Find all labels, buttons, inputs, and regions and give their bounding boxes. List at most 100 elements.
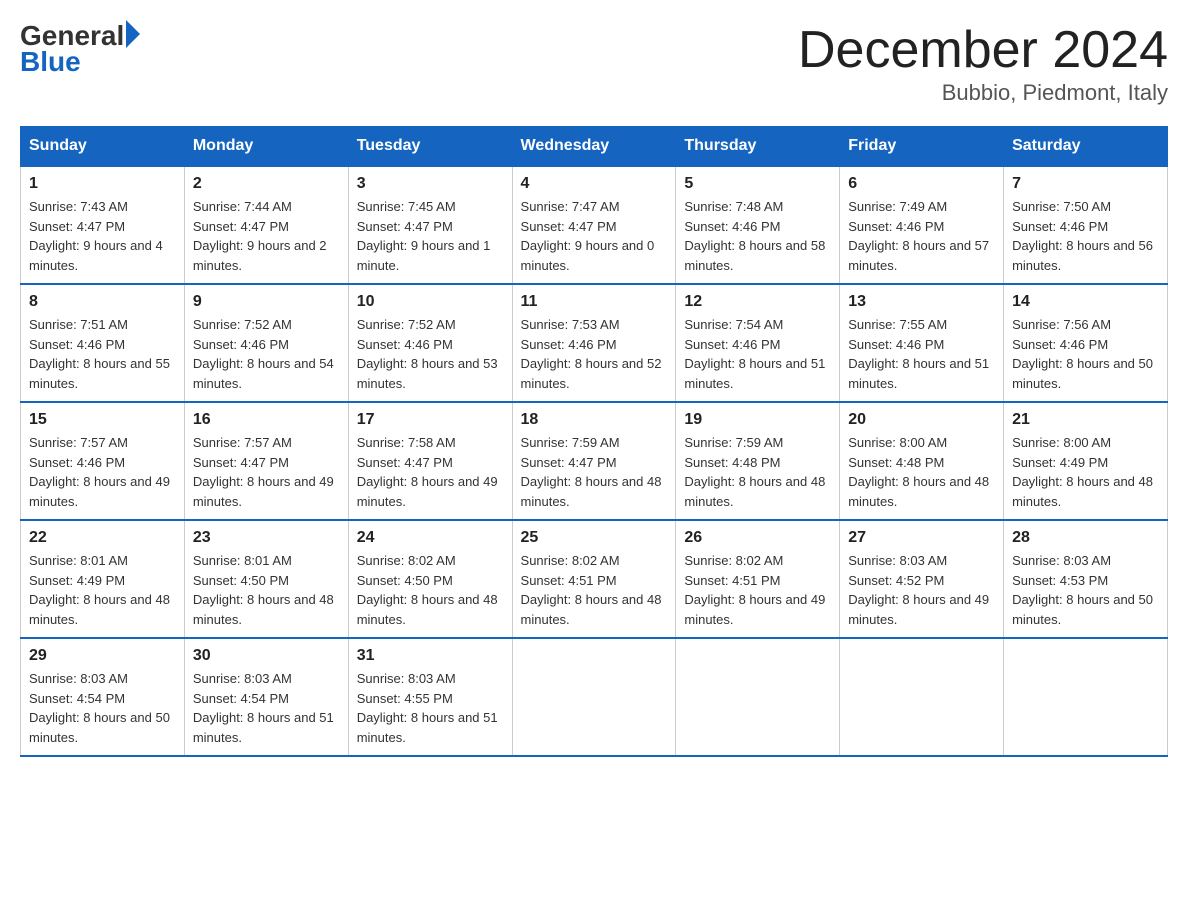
day-number: 26 xyxy=(684,529,831,547)
day-info: Sunrise: 7:52 AMSunset: 4:46 PMDaylight:… xyxy=(193,315,340,393)
day-number: 9 xyxy=(193,293,340,311)
day-number: 2 xyxy=(193,175,340,193)
logo-blue-text: Blue xyxy=(20,46,140,78)
day-number: 20 xyxy=(848,411,995,429)
day-number: 27 xyxy=(848,529,995,547)
calendar-cell: 6 Sunrise: 7:49 AMSunset: 4:46 PMDayligh… xyxy=(840,166,1004,284)
day-number: 14 xyxy=(1012,293,1159,311)
calendar-header-saturday: Saturday xyxy=(1004,127,1168,167)
day-info: Sunrise: 8:00 AMSunset: 4:48 PMDaylight:… xyxy=(848,433,995,511)
day-info: Sunrise: 8:01 AMSunset: 4:49 PMDaylight:… xyxy=(29,551,176,629)
calendar-cell: 11 Sunrise: 7:53 AMSunset: 4:46 PMDaylig… xyxy=(512,284,676,402)
day-number: 1 xyxy=(29,175,176,193)
calendar-cell: 15 Sunrise: 7:57 AMSunset: 4:46 PMDaylig… xyxy=(21,402,185,520)
calendar-week-row: 8 Sunrise: 7:51 AMSunset: 4:46 PMDayligh… xyxy=(21,284,1168,402)
day-number: 3 xyxy=(357,175,504,193)
day-number: 30 xyxy=(193,647,340,665)
day-number: 12 xyxy=(684,293,831,311)
calendar-week-row: 22 Sunrise: 8:01 AMSunset: 4:49 PMDaylig… xyxy=(21,520,1168,638)
calendar-cell: 31 Sunrise: 8:03 AMSunset: 4:55 PMDaylig… xyxy=(348,638,512,756)
day-info: Sunrise: 7:56 AMSunset: 4:46 PMDaylight:… xyxy=(1012,315,1159,393)
calendar-cell: 9 Sunrise: 7:52 AMSunset: 4:46 PMDayligh… xyxy=(184,284,348,402)
day-info: Sunrise: 7:45 AMSunset: 4:47 PMDaylight:… xyxy=(357,197,504,275)
day-info: Sunrise: 7:53 AMSunset: 4:46 PMDaylight:… xyxy=(521,315,668,393)
day-info: Sunrise: 7:57 AMSunset: 4:47 PMDaylight:… xyxy=(193,433,340,511)
day-number: 18 xyxy=(521,411,668,429)
day-info: Sunrise: 7:52 AMSunset: 4:46 PMDaylight:… xyxy=(357,315,504,393)
day-number: 10 xyxy=(357,293,504,311)
calendar-cell: 29 Sunrise: 8:03 AMSunset: 4:54 PMDaylig… xyxy=(21,638,185,756)
calendar-cell: 28 Sunrise: 8:03 AMSunset: 4:53 PMDaylig… xyxy=(1004,520,1168,638)
day-number: 15 xyxy=(29,411,176,429)
calendar-table: SundayMondayTuesdayWednesdayThursdayFrid… xyxy=(20,126,1168,757)
calendar-cell: 3 Sunrise: 7:45 AMSunset: 4:47 PMDayligh… xyxy=(348,166,512,284)
logo: General Blue xyxy=(20,20,140,78)
calendar-week-row: 15 Sunrise: 7:57 AMSunset: 4:46 PMDaylig… xyxy=(21,402,1168,520)
day-info: Sunrise: 7:43 AMSunset: 4:47 PMDaylight:… xyxy=(29,197,176,275)
day-number: 17 xyxy=(357,411,504,429)
day-info: Sunrise: 7:50 AMSunset: 4:46 PMDaylight:… xyxy=(1012,197,1159,275)
page-header: General Blue December 2024 Bubbio, Piedm… xyxy=(20,20,1168,106)
month-year-title: December 2024 xyxy=(798,20,1168,80)
calendar-cell: 25 Sunrise: 8:02 AMSunset: 4:51 PMDaylig… xyxy=(512,520,676,638)
calendar-cell xyxy=(1004,638,1168,756)
calendar-header-wednesday: Wednesday xyxy=(512,127,676,167)
calendar-cell: 19 Sunrise: 7:59 AMSunset: 4:48 PMDaylig… xyxy=(676,402,840,520)
day-info: Sunrise: 8:03 AMSunset: 4:53 PMDaylight:… xyxy=(1012,551,1159,629)
day-number: 31 xyxy=(357,647,504,665)
location-subtitle: Bubbio, Piedmont, Italy xyxy=(798,80,1168,106)
calendar-cell xyxy=(840,638,1004,756)
day-number: 6 xyxy=(848,175,995,193)
day-info: Sunrise: 8:02 AMSunset: 4:51 PMDaylight:… xyxy=(684,551,831,629)
day-number: 4 xyxy=(521,175,668,193)
day-number: 13 xyxy=(848,293,995,311)
day-info: Sunrise: 7:57 AMSunset: 4:46 PMDaylight:… xyxy=(29,433,176,511)
day-info: Sunrise: 7:47 AMSunset: 4:47 PMDaylight:… xyxy=(521,197,668,275)
calendar-cell xyxy=(676,638,840,756)
day-number: 19 xyxy=(684,411,831,429)
calendar-cell: 7 Sunrise: 7:50 AMSunset: 4:46 PMDayligh… xyxy=(1004,166,1168,284)
day-info: Sunrise: 7:58 AMSunset: 4:47 PMDaylight:… xyxy=(357,433,504,511)
calendar-cell: 24 Sunrise: 8:02 AMSunset: 4:50 PMDaylig… xyxy=(348,520,512,638)
calendar-cell: 16 Sunrise: 7:57 AMSunset: 4:47 PMDaylig… xyxy=(184,402,348,520)
calendar-cell: 27 Sunrise: 8:03 AMSunset: 4:52 PMDaylig… xyxy=(840,520,1004,638)
day-number: 7 xyxy=(1012,175,1159,193)
day-number: 29 xyxy=(29,647,176,665)
day-number: 24 xyxy=(357,529,504,547)
day-info: Sunrise: 7:49 AMSunset: 4:46 PMDaylight:… xyxy=(848,197,995,275)
day-info: Sunrise: 8:00 AMSunset: 4:49 PMDaylight:… xyxy=(1012,433,1159,511)
calendar-week-row: 29 Sunrise: 8:03 AMSunset: 4:54 PMDaylig… xyxy=(21,638,1168,756)
day-info: Sunrise: 7:59 AMSunset: 4:48 PMDaylight:… xyxy=(684,433,831,511)
calendar-header-row: SundayMondayTuesdayWednesdayThursdayFrid… xyxy=(21,127,1168,167)
day-number: 16 xyxy=(193,411,340,429)
day-number: 11 xyxy=(521,293,668,311)
calendar-cell: 5 Sunrise: 7:48 AMSunset: 4:46 PMDayligh… xyxy=(676,166,840,284)
calendar-cell: 4 Sunrise: 7:47 AMSunset: 4:47 PMDayligh… xyxy=(512,166,676,284)
title-section: December 2024 Bubbio, Piedmont, Italy xyxy=(798,20,1168,106)
day-info: Sunrise: 8:02 AMSunset: 4:51 PMDaylight:… xyxy=(521,551,668,629)
calendar-header-thursday: Thursday xyxy=(676,127,840,167)
calendar-header-monday: Monday xyxy=(184,127,348,167)
day-info: Sunrise: 8:03 AMSunset: 4:54 PMDaylight:… xyxy=(193,669,340,747)
day-info: Sunrise: 8:01 AMSunset: 4:50 PMDaylight:… xyxy=(193,551,340,629)
calendar-week-row: 1 Sunrise: 7:43 AMSunset: 4:47 PMDayligh… xyxy=(21,166,1168,284)
calendar-cell: 26 Sunrise: 8:02 AMSunset: 4:51 PMDaylig… xyxy=(676,520,840,638)
day-info: Sunrise: 7:55 AMSunset: 4:46 PMDaylight:… xyxy=(848,315,995,393)
day-info: Sunrise: 7:51 AMSunset: 4:46 PMDaylight:… xyxy=(29,315,176,393)
day-number: 25 xyxy=(521,529,668,547)
day-info: Sunrise: 8:03 AMSunset: 4:55 PMDaylight:… xyxy=(357,669,504,747)
calendar-header-friday: Friday xyxy=(840,127,1004,167)
calendar-cell: 21 Sunrise: 8:00 AMSunset: 4:49 PMDaylig… xyxy=(1004,402,1168,520)
calendar-header-tuesday: Tuesday xyxy=(348,127,512,167)
calendar-cell: 23 Sunrise: 8:01 AMSunset: 4:50 PMDaylig… xyxy=(184,520,348,638)
day-number: 5 xyxy=(684,175,831,193)
calendar-cell: 20 Sunrise: 8:00 AMSunset: 4:48 PMDaylig… xyxy=(840,402,1004,520)
day-info: Sunrise: 8:03 AMSunset: 4:52 PMDaylight:… xyxy=(848,551,995,629)
calendar-cell: 12 Sunrise: 7:54 AMSunset: 4:46 PMDaylig… xyxy=(676,284,840,402)
calendar-cell: 17 Sunrise: 7:58 AMSunset: 4:47 PMDaylig… xyxy=(348,402,512,520)
day-info: Sunrise: 7:48 AMSunset: 4:46 PMDaylight:… xyxy=(684,197,831,275)
day-info: Sunrise: 7:54 AMSunset: 4:46 PMDaylight:… xyxy=(684,315,831,393)
calendar-cell: 2 Sunrise: 7:44 AMSunset: 4:47 PMDayligh… xyxy=(184,166,348,284)
calendar-header-sunday: Sunday xyxy=(21,127,185,167)
day-info: Sunrise: 7:59 AMSunset: 4:47 PMDaylight:… xyxy=(521,433,668,511)
